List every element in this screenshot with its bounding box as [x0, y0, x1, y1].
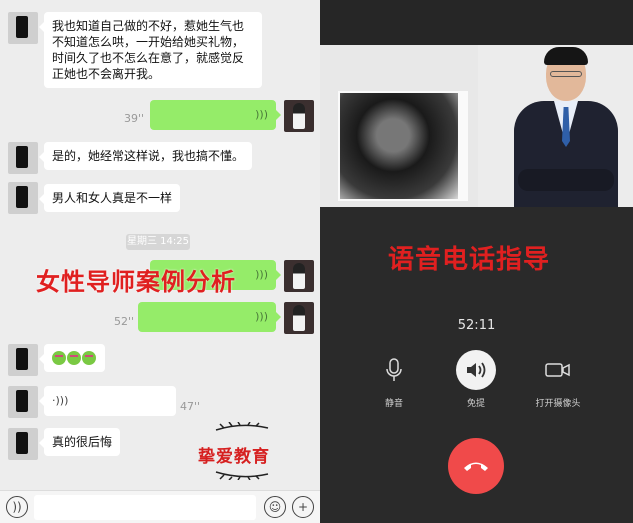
plus-icon: + [297, 500, 309, 514]
voice-icon: )) [12, 500, 22, 514]
frog-emoji-icon [52, 351, 66, 365]
overlay-title: 女性导师案例分析 [36, 268, 236, 296]
voice-duration: 47'' [180, 400, 201, 413]
message-text: 男人和女人真是不一样 [52, 191, 173, 205]
voice-wave-icon: ·))) [52, 394, 69, 407]
message-bubble[interactable]: 真的很后悔 [38, 428, 121, 456]
chat-timestamp: 星期三 14:25 [126, 234, 190, 250]
my-avatar[interactable] [284, 302, 314, 334]
message-text: 我也知道自己做的不好，惹她生气也不知道怎么哄，一开始给她买礼物，时间久了也不怎么… [52, 19, 245, 81]
smiley-icon: ☺ [268, 500, 282, 514]
call-title: 语音电话指导 [388, 245, 551, 275]
chat-input-bar: )) ☺ + [0, 490, 320, 523]
advisor-photo [478, 45, 633, 207]
voice-message-bubble[interactable]: ·))) [39, 386, 176, 416]
contact-avatar[interactable] [8, 142, 38, 174]
camera-label: 打开摄像头 [535, 399, 581, 409]
voice-duration: 39'' [124, 112, 145, 125]
voice-duration: 52'' [114, 315, 135, 328]
message-text: 是的，她经常这样说，我也搞不懂。 [52, 149, 245, 163]
hangup-button[interactable] [448, 438, 504, 494]
contact-avatar[interactable] [8, 344, 38, 376]
mute-label: 静音 [384, 399, 403, 409]
mute-control[interactable]: 静音 [352, 350, 436, 409]
speaker-label: 免提 [466, 399, 485, 409]
chat-panel: 我也知道自己做的不好，惹她生气也不知道怎么哄，一开始给她买礼物，时间久了也不怎么… [0, 0, 320, 523]
contact-avatar[interactable] [8, 428, 38, 460]
video-camera-icon [516, 350, 600, 390]
bw-portrait-image [340, 93, 458, 199]
microphone-icon [352, 350, 436, 390]
voice-call-panel: 语音电话指导 52:11 静音 免提 打开摄像头 [320, 0, 633, 523]
emoji-button[interactable]: ☺ [264, 496, 286, 518]
call-header [320, 0, 633, 45]
laurel-icon [215, 422, 269, 431]
logo-text: 挚爱教育 [198, 447, 270, 467]
contact-avatar[interactable] [8, 12, 38, 44]
my-avatar[interactable] [284, 100, 314, 132]
contact-avatar[interactable] [8, 386, 38, 418]
phone-hangup-icon [464, 462, 488, 471]
message-bubble[interactable]: 是的，她经常这样说，我也搞不懂。 [38, 142, 253, 170]
framed-photo [338, 91, 468, 201]
voice-wave-icon: ))) [255, 268, 268, 281]
laurel-icon [215, 471, 269, 480]
camera-control[interactable]: 打开摄像头 [516, 350, 600, 409]
message-bubble[interactable]: 男人和女人真是不一样 [38, 184, 181, 212]
voice-message-bubble[interactable]: ))) [150, 100, 281, 130]
voice-message-bubble[interactable]: ))) [138, 302, 281, 332]
message-input[interactable] [34, 495, 256, 520]
call-timer: 52:11 [457, 318, 496, 333]
voice-wave-icon: ))) [255, 108, 268, 121]
voice-input-button[interactable]: )) [6, 496, 28, 518]
brand-logo: 挚爱教育 [196, 420, 286, 490]
frog-emoji-icon [82, 351, 96, 365]
contact-avatar[interactable] [8, 182, 38, 214]
emoji-message-bubble[interactable] [39, 344, 105, 372]
speaker-control[interactable]: 免提 [434, 350, 518, 409]
frog-emoji-icon [67, 351, 81, 365]
voice-wave-icon: ))) [255, 310, 268, 323]
message-bubble[interactable]: 我也知道自己做的不好，惹她生气也不知道怎么哄，一开始给她买礼物，时间久了也不怎么… [39, 12, 262, 88]
message-text: 真的很后悔 [52, 435, 113, 449]
my-avatar[interactable] [284, 260, 314, 292]
speaker-icon [456, 350, 496, 390]
more-button[interactable]: + [292, 496, 314, 518]
